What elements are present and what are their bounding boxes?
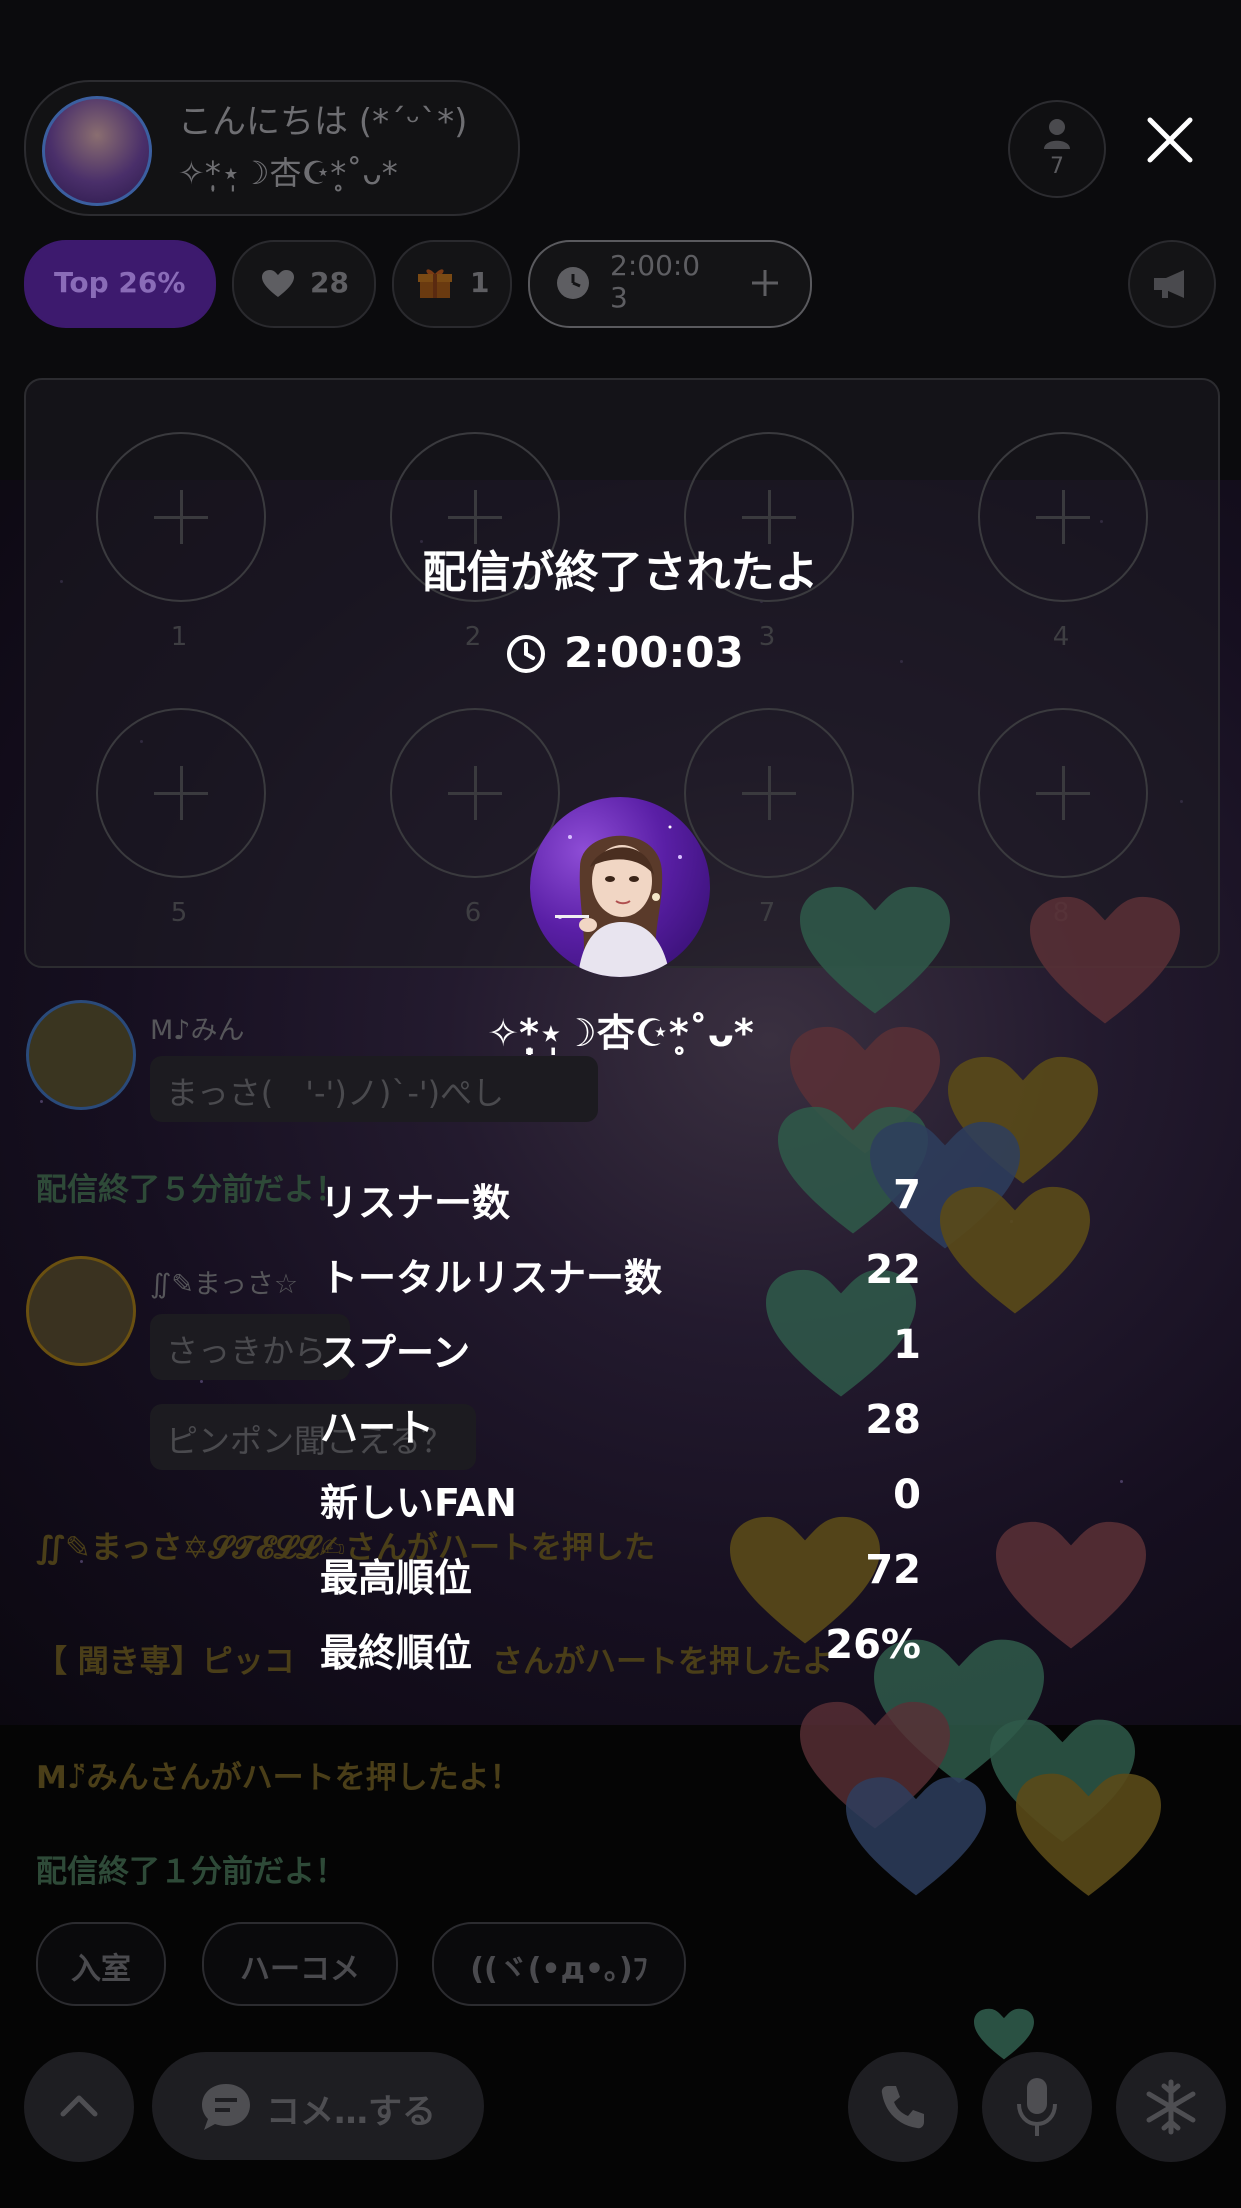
quick-comment-label: ((ヾ(•д•｡)ﾌ: [470, 1952, 648, 1987]
stat-value-listeners: 7: [893, 1172, 921, 1218]
hearts-chip[interactable]: 28: [232, 240, 376, 328]
stat-label-total-listeners: トータルリスナー数: [320, 1256, 663, 1300]
floating-heart-icon: [974, 2008, 1034, 2060]
stat-label-new-fans: 新しいFAN: [320, 1481, 517, 1525]
quick-comment-label: 入室: [71, 1952, 131, 1987]
floating-heart-icon: [846, 1777, 986, 1896]
floating-heart-icon: [940, 1186, 1090, 1314]
effects-button[interactable]: [1116, 2052, 1226, 2162]
chat-text: さっきから: [166, 1332, 327, 1370]
heart-notification: M♪̈みんさんがハートを押したよ！: [36, 1760, 521, 1796]
timer-chip[interactable]: 2:00:0 3: [528, 240, 812, 328]
host-info-pill[interactable]: こんにちは (*´ᵕ`*) ✧*̣̩⋆̩☽杏☪︎*̥˚ᴗ*: [24, 80, 520, 216]
timer-line-1: 2:00:0: [610, 249, 701, 282]
host-avatar[interactable]: [42, 96, 152, 206]
seat-number: 1: [170, 622, 188, 652]
close-icon: [1147, 117, 1193, 163]
snowflake-icon: [1146, 2079, 1196, 2135]
comment-placeholder: コメ…する: [266, 2092, 436, 2132]
plus-icon[interactable]: [750, 268, 780, 298]
stat-value-best-rank: 72: [865, 1547, 921, 1593]
call-button[interactable]: [848, 2052, 958, 2162]
floating-heart-icon: [996, 1521, 1146, 1649]
dj-portrait-image: [555, 825, 682, 977]
clock-icon: [557, 267, 589, 299]
chat-bubble: まっさ( '-')ノ)`-')ぺし: [150, 1056, 598, 1122]
clock-icon: [507, 635, 545, 673]
stat-label-hearts: ハート: [320, 1406, 435, 1450]
seat-slot-8[interactable]: [978, 708, 1148, 878]
chat-text: まっさ( '-')ノ)`-')ぺし: [166, 1074, 505, 1112]
rank-badge[interactable]: Top 26%: [24, 240, 216, 328]
dj-name: ✧*̣̩⋆̩☽杏☪︎*̥˚ᴗ*: [487, 1011, 754, 1055]
chevron-up-icon: [60, 2095, 98, 2117]
seat-slot-6[interactable]: [390, 708, 560, 878]
duration-text: 2:00:03: [564, 628, 744, 677]
hearts-count: 28: [310, 266, 349, 299]
system-message: 配信終了５分前だよ！: [36, 1172, 346, 1208]
rank-label: Top 26%: [54, 266, 186, 299]
timer-text: 2:00:0 3: [610, 250, 700, 314]
stat-label-spoons: スプーン: [320, 1331, 471, 1375]
megaphone-icon: [1154, 270, 1184, 298]
quick-comment-emoticon[interactable]: ((ヾ(•д•｡)ﾌ: [432, 1922, 686, 2006]
quick-comment-heart[interactable]: ハーコメ: [202, 1922, 398, 2006]
spoons-count: 1: [470, 266, 490, 299]
close-button[interactable]: [1144, 114, 1196, 166]
chat-avatar[interactable]: [26, 1256, 136, 1366]
gift-icon: [418, 269, 452, 298]
stat-value-new-fans: 0: [893, 1472, 921, 1518]
timer-line-2: 3: [610, 281, 628, 314]
announcement-button[interactable]: [1128, 240, 1216, 328]
quick-comment-enter[interactable]: 入室: [36, 1922, 166, 2006]
seat-slot-5[interactable]: [96, 708, 266, 878]
stat-label-final-rank: 最終順位: [320, 1631, 473, 1675]
expand-button[interactable]: [24, 2052, 134, 2162]
stream-ended-title: 配信が終了されたよ: [422, 547, 819, 598]
stat-value-spoons: 1: [893, 1322, 921, 1368]
stat-label-listeners: リスナー数: [320, 1181, 511, 1225]
seat-number: 4: [1052, 622, 1070, 652]
quick-comment-label: ハーコメ: [240, 1952, 360, 1987]
floating-heart-icon: [1016, 1773, 1161, 1896]
seat-slot-7[interactable]: [684, 708, 854, 878]
heart-icon: [262, 270, 294, 297]
stat-value-hearts: 28: [865, 1397, 921, 1443]
host-name: ✧*̣̩⋆̩☽杏☪︎*̥˚ᴗ*: [178, 154, 398, 192]
host-greeting: こんにちは (*´ᵕ`*): [178, 102, 468, 142]
person-icon: [1044, 119, 1070, 149]
chat-bubble-icon: [202, 2084, 250, 2130]
phone-icon: [881, 2086, 924, 2129]
listener-count-button[interactable]: 7: [1008, 100, 1106, 198]
dj-avatar: [530, 797, 710, 977]
microphone-button[interactable]: [982, 2052, 1092, 2162]
heart-notification-sender: 【 聞き専】ピッコ: [36, 1644, 295, 1680]
stat-value-total-listeners: 22: [865, 1247, 921, 1293]
listener-count: 7: [1050, 154, 1064, 179]
microphone-icon: [1017, 2078, 1057, 2136]
system-message: 配信終了１分前だよ！: [36, 1854, 346, 1890]
spoons-chip[interactable]: 1: [392, 240, 512, 328]
seat-number: 5: [170, 898, 188, 928]
stat-label-best-rank: 最高順位: [320, 1556, 473, 1600]
comment-input-button[interactable]: コメ…する: [152, 2052, 484, 2160]
stat-value-final-rank: 26%: [825, 1622, 921, 1668]
chat-author: ∬✎まっさ☆: [150, 1269, 299, 1300]
floating-heart-icon: [800, 886, 950, 1014]
